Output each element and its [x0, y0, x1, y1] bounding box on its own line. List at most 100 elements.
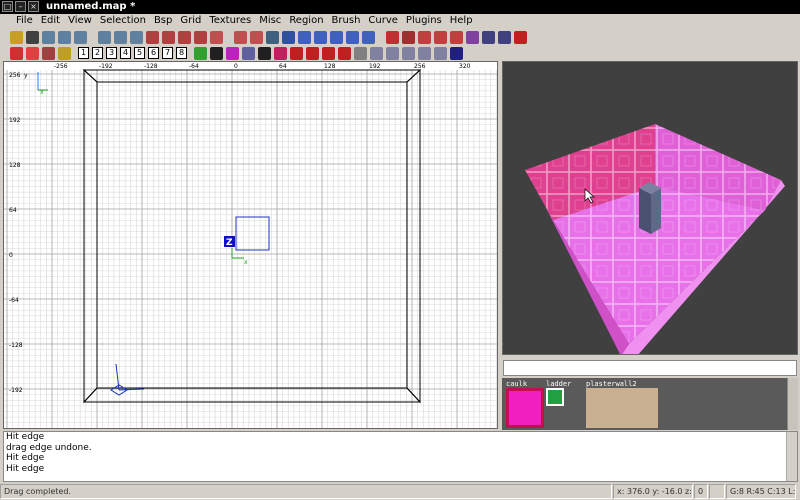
pillar-side — [651, 188, 661, 234]
menu-region[interactable]: Region — [285, 14, 327, 28]
texture-scrollbar[interactable] — [787, 378, 798, 430]
entity-color-icon[interactable] — [194, 46, 207, 60]
snap-icon[interactable] — [258, 46, 271, 60]
camera-canvas[interactable] — [503, 62, 798, 355]
menu-selection[interactable]: Selection — [96, 14, 150, 28]
flip-y-icon[interactable] — [74, 30, 87, 44]
grid-size-2-button[interactable]: 2 — [92, 47, 103, 59]
flip-z-icon[interactable] — [114, 30, 127, 44]
grid-size-1-button[interactable]: 1 — [78, 47, 89, 59]
texture-name: plasterwall2 — [586, 380, 637, 388]
camera-icon[interactable] — [362, 30, 375, 44]
minimize-button[interactable]: – — [15, 1, 26, 12]
entity-icon[interactable] — [402, 30, 415, 44]
selected-brush — [235, 216, 270, 251]
texture-lock-icon[interactable] — [298, 30, 311, 44]
menu-plugins[interactable]: Plugins — [402, 14, 446, 28]
y-axis-tick-label: -192 — [9, 387, 23, 394]
cap-texture-icon[interactable] — [434, 46, 447, 60]
texture-browser[interactable]: caulk ladder plasterwall2 — [502, 378, 798, 430]
patch-endcap-icon[interactable] — [58, 46, 71, 60]
y-axis-tick-label: 192 — [9, 117, 21, 124]
menu-bsp[interactable]: Bsp — [150, 14, 176, 28]
y-axis-tick-label: -64 — [9, 297, 19, 304]
view-x-icon[interactable] — [314, 30, 327, 44]
select-inside-icon[interactable] — [194, 30, 207, 44]
menu-brush[interactable]: Brush — [328, 14, 365, 28]
brush-inner-outline — [96, 81, 408, 389]
circle-icon[interactable] — [210, 46, 223, 60]
cap-icon[interactable] — [274, 46, 287, 60]
save-icon[interactable] — [26, 30, 39, 44]
show-patches-icon[interactable] — [514, 30, 527, 44]
menu-edit[interactable]: Edit — [37, 14, 64, 28]
menu-misc[interactable]: Misc — [255, 14, 285, 28]
grid-size-5-button[interactable]: 5 — [134, 47, 145, 59]
select-touching-icon[interactable] — [162, 30, 175, 44]
menu-grid[interactable]: Grid — [176, 14, 205, 28]
grid-size-4-button[interactable]: 4 — [120, 47, 131, 59]
csg-merge-icon[interactable] — [234, 30, 247, 44]
camera-view[interactable] — [502, 61, 798, 355]
scale-icon[interactable] — [450, 30, 463, 44]
xy-grid-view[interactable]: -256 -192 -128 -64 0 64 128 192 256 320 256 192 128 6… — [3, 61, 498, 429]
view-y-icon[interactable] — [330, 30, 343, 44]
open-icon[interactable] — [10, 30, 23, 44]
console-log: Hit edge drag edge undone. Hit edge Hit edg… — [3, 431, 798, 482]
drag-vertices-icon[interactable] — [434, 30, 447, 44]
window-menu-button[interactable]: □ — [2, 1, 13, 12]
x-axis-tick-label: 192 — [369, 63, 381, 70]
grid-canvas[interactable]: -256 -192 -128 -64 0 64 128 192 256 320 256 192 128 6… — [4, 62, 498, 429]
clipper-icon[interactable] — [266, 30, 279, 44]
flip-x-icon[interactable] — [42, 30, 55, 44]
rotate-icon[interactable] — [466, 30, 479, 44]
thicken-icon[interactable] — [418, 46, 431, 60]
texture-filter-input[interactable] — [503, 360, 797, 376]
invert-icon[interactable] — [402, 46, 415, 60]
patch-dense-cylinder-icon[interactable] — [26, 46, 39, 60]
y-axis-tick-label: 256 — [9, 72, 21, 79]
console-line: drag edge undone. — [6, 442, 92, 453]
menu-textures[interactable]: Textures — [205, 14, 255, 28]
delete-col-icon[interactable] — [338, 46, 351, 60]
rotate-y-icon[interactable] — [98, 30, 111, 44]
weld-icon[interactable] — [370, 46, 383, 60]
texture-name: ladder — [546, 380, 572, 388]
drag-edges-icon[interactable] — [418, 30, 431, 44]
texture-icon[interactable] — [226, 46, 239, 60]
status-message: Drag completed. — [0, 484, 612, 499]
close-button[interactable]: × — [28, 1, 39, 12]
grid-size-6-button[interactable]: 6 — [148, 47, 159, 59]
delete-row-icon[interactable] — [322, 46, 335, 60]
select-partial-tall-icon[interactable] — [178, 30, 191, 44]
drill-down-icon[interactable] — [386, 46, 399, 60]
redisperse-icon[interactable] — [354, 46, 367, 60]
patch-bevel-icon[interactable] — [42, 46, 55, 60]
insert-row-icon[interactable] — [290, 46, 303, 60]
select-complete-tall-icon[interactable] — [146, 30, 159, 44]
console-scrollbar[interactable] — [786, 432, 797, 481]
status-count: 0 — [694, 484, 708, 499]
grid-size-3-button[interactable]: 3 — [106, 47, 117, 59]
insert-col-icon[interactable] — [306, 46, 319, 60]
menu-help[interactable]: Help — [446, 14, 477, 28]
x-axis-tick-label: -256 — [54, 63, 68, 70]
cubic-clip-icon[interactable] — [386, 30, 399, 44]
hollow-icon[interactable] — [250, 30, 263, 44]
menu-view[interactable]: View — [64, 14, 96, 28]
change-views-icon[interactable] — [282, 30, 295, 44]
rotate-z-icon[interactable] — [130, 30, 143, 44]
csg-subtract-icon[interactable] — [210, 30, 223, 44]
menu-file[interactable]: File — [12, 14, 37, 28]
patch-bend-icon[interactable] — [498, 30, 511, 44]
grid-size-8-button[interactable]: 8 — [176, 47, 187, 59]
patch-cylinder-icon[interactable] — [10, 46, 23, 60]
freeze-icon[interactable] — [450, 46, 463, 60]
rotate-x-icon[interactable] — [58, 30, 71, 44]
patch-icon[interactable] — [482, 30, 495, 44]
grid-size-7-button[interactable]: 7 — [162, 47, 173, 59]
x-axis-tick-label: -64 — [189, 63, 199, 70]
view-z-icon[interactable] — [346, 30, 359, 44]
patch-matrix-icon[interactable] — [242, 46, 255, 60]
menu-curve[interactable]: Curve — [364, 14, 402, 28]
